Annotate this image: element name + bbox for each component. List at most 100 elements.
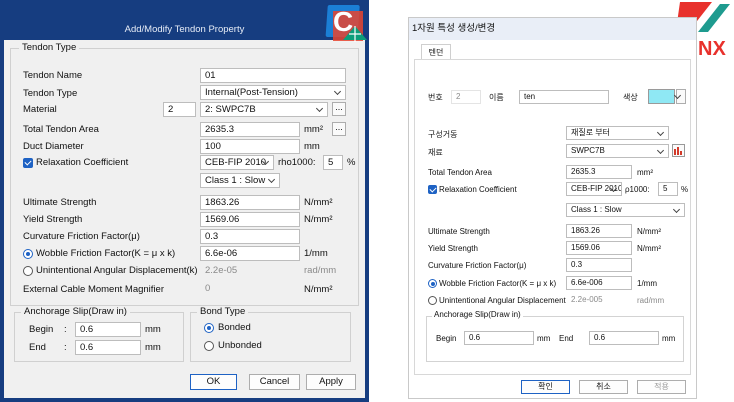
wobble-friction-label: Wobble Friction Factor(K = μ x k) [36, 248, 176, 259]
unintentional-unit-ko: rad/mm [637, 296, 665, 305]
unintentional-angular-label: Unintentional Angular Displacement(k) [36, 265, 198, 276]
number-input[interactable]: 2 [451, 90, 481, 104]
color-swatch[interactable] [648, 89, 675, 104]
nx-logo-text: NX [698, 38, 726, 60]
add-modify-tendon-dialog: Add/Modify Tendon Property Tendon Type T… [0, 0, 369, 402]
end-input[interactable]: 0.6 [75, 340, 141, 355]
dialog-body-ko: 텐던 번호 2 이름 ten 색상 구성거동 재질로 부터 재료 SWPC7B … [409, 40, 696, 398]
relaxation-model-select-ko[interactable]: CEB-FIP 2010 [566, 182, 622, 196]
external-cable-input[interactable]: 0 [200, 281, 300, 296]
begin-unit: mm [145, 324, 161, 335]
duct-diameter-input[interactable]: 100 [200, 139, 300, 154]
unbonded-radio[interactable] [204, 341, 214, 351]
bonded-label: Bonded [218, 322, 251, 333]
ultimate-input-ko[interactable]: 1863.26 [566, 224, 632, 238]
anchorage-slip-title: Anchorage Slip(Draw in) [21, 306, 130, 317]
ultimate-strength-input[interactable]: 1863.26 [200, 195, 300, 210]
yield-input-ko[interactable]: 1569.06 [566, 241, 632, 255]
wobble-friction-radio[interactable] [23, 249, 33, 259]
unbonded-label: Unbonded [218, 340, 262, 351]
relaxation-class-select-ko[interactable]: Class 1 : Slow [566, 203, 685, 217]
unintentional-angular-radio[interactable] [23, 266, 33, 276]
curvature-input-ko[interactable]: 0.3 [566, 258, 632, 272]
material-select[interactable]: 2: SWPC7B [200, 102, 328, 117]
unintentional-angular-input[interactable]: 2.2e-05 [200, 263, 300, 278]
yield-strength-unit: N/mm² [304, 214, 333, 225]
rho1000-input[interactable]: 5 [323, 155, 343, 170]
wobble-label-ko: Wobble Friction Factor(K = μ x k) [439, 279, 557, 288]
wobble-unit-ko: 1/mm [637, 279, 657, 288]
begin-input[interactable]: 0.6 [75, 322, 141, 337]
curvature-friction-input[interactable]: 0.3 [200, 229, 300, 244]
composition-select[interactable]: 재질로 부터 [566, 126, 669, 140]
wobble-friction-unit: 1/mm [304, 248, 328, 259]
unintentional-radio-ko[interactable] [428, 296, 437, 305]
relaxation-checkbox-ko[interactable] [428, 185, 437, 194]
material-label: Material [23, 104, 57, 115]
color-dropdown-button[interactable] [676, 89, 686, 104]
total-area-input[interactable]: 2635.3 [200, 122, 300, 137]
color-label: 색상 [623, 93, 638, 102]
tendon-type-group-title: Tendon Type [19, 42, 80, 53]
apply-button[interactable]: Apply [306, 374, 356, 390]
ultimate-label-ko: Ultimate Strength [428, 227, 490, 236]
bond-type-title: Bond Type [197, 306, 249, 317]
wobble-radio-ko[interactable] [428, 279, 437, 288]
unintentional-input-ko[interactable]: 2.2e-005 [566, 293, 632, 307]
apply-button-ko[interactable]: 적용 [637, 380, 686, 394]
wobble-input-ko[interactable]: 6.6e-006 [566, 276, 632, 290]
name-input[interactable]: ten [519, 90, 609, 104]
end-unit: mm [145, 342, 161, 353]
yield-strength-input[interactable]: 1569.06 [200, 212, 300, 227]
area-input-ko[interactable]: 2635.3 [566, 165, 632, 179]
rho1000-unit: % [347, 157, 356, 168]
dialog-title: Add/Modify Tendon Property [124, 24, 245, 35]
yield-unit-ko: N/mm² [637, 244, 661, 253]
ultimate-strength-label: Ultimate Strength [23, 197, 97, 208]
unintentional-angular-unit: rad/mm [304, 265, 337, 276]
bonded-radio[interactable] [204, 323, 214, 333]
dialog-body: Tendon Type Tendon Name 01 Tendon Type I… [4, 40, 365, 398]
rho1000-label-ko: ρ1000: [625, 185, 650, 194]
area-browse-button[interactable]: ... [332, 122, 346, 136]
begin-colon: : [64, 324, 67, 335]
material-chart-icon[interactable] [672, 144, 685, 157]
rho1000-label: rho1000: [278, 157, 316, 168]
ok-button-ko[interactable]: 확인 [521, 380, 570, 394]
material-browse-button[interactable]: ... [332, 102, 346, 116]
wobble-friction-input[interactable]: 6.6e-06 [200, 246, 300, 261]
cancel-button[interactable]: Cancel [249, 374, 300, 390]
relaxation-model-select[interactable]: CEB-FIP 2010 [200, 155, 274, 170]
material-number-input[interactable]: 2 [163, 102, 196, 117]
tendon-type-select[interactable]: Internal(Post-Tension) [200, 85, 346, 100]
relaxation-checkbox[interactable] [23, 158, 33, 168]
end-input-ko[interactable]: 0.6 [589, 331, 659, 345]
begin-label-ko: Begin [436, 334, 457, 343]
tendon-property-dialog-ko: 1자원 특성 생성/변경 텐던 번호 2 이름 ten 색상 구성거동 재질로 … [408, 17, 697, 399]
civil-logo-letter: C [333, 6, 354, 37]
unintentional-label-ko: Unintentional Angular Displacement(k) [439, 296, 576, 305]
external-cable-unit: N/mm² [304, 284, 333, 295]
ok-button[interactable]: OK [190, 374, 237, 390]
area-label-ko: Total Tendon Area [428, 168, 492, 177]
rho1000-input-ko[interactable]: 5 [658, 182, 678, 196]
duct-diameter-label: Duct Diameter [23, 141, 84, 152]
yield-label-ko: Yield Strength [428, 244, 478, 253]
curvature-label-ko: Curvature Friction Factor(μ) [428, 261, 527, 270]
relaxation-label-ko: Relaxation Coefficient [439, 185, 517, 194]
composition-label: 구성거동 [428, 130, 458, 139]
begin-input-ko[interactable]: 0.6 [464, 331, 534, 345]
dialog-title-ko: 1자원 특성 생성/변경 [409, 18, 696, 40]
end-label-ko: End [559, 334, 574, 343]
area-unit-ko: mm² [637, 168, 653, 177]
tendon-type-label: Tendon Type [23, 88, 78, 99]
cancel-button-ko[interactable]: 취소 [579, 380, 628, 394]
tendon-name-label: Tendon Name [23, 70, 83, 81]
duct-diameter-unit: mm [304, 141, 320, 152]
tendon-name-input[interactable]: 01 [200, 68, 346, 83]
number-label: 번호 [428, 93, 443, 102]
tab-tendon[interactable]: 텐던 [421, 44, 451, 60]
relaxation-class-select[interactable]: Class 1 : Slow [200, 173, 280, 188]
material-select-ko[interactable]: SWPC7B [566, 144, 669, 158]
curvature-friction-label: Curvature Friction Factor(μ) [23, 231, 140, 242]
